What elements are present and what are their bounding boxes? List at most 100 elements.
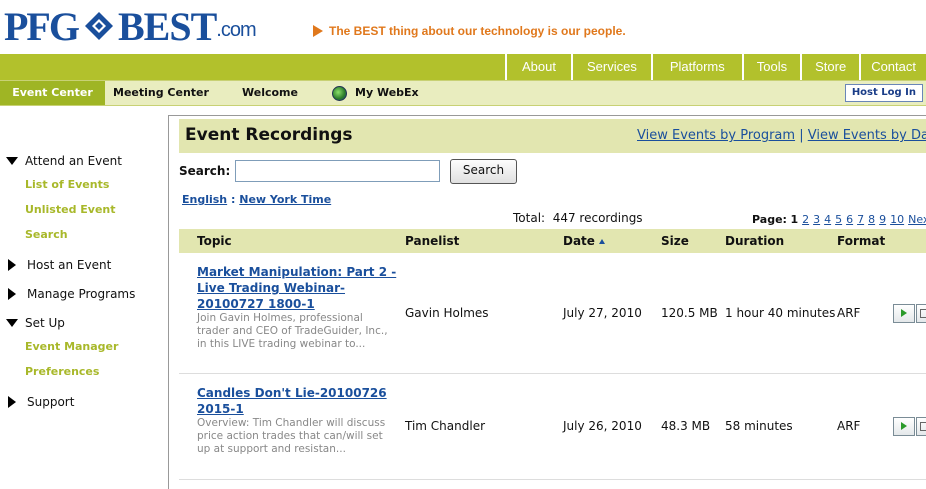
sidebar-set-up[interactable]: Set Up: [6, 316, 65, 330]
tab-welcome[interactable]: Welcome: [242, 81, 298, 105]
sidebar-list-of-events[interactable]: List of Events: [25, 178, 109, 191]
document-icon: [920, 422, 926, 431]
webex-tab-bar: Event Center Meeting Center Welcome My W…: [0, 80, 926, 106]
search-label: Search:: [179, 164, 231, 178]
duration-cell: 58 minutes: [725, 419, 793, 433]
play-recording-button[interactable]: [893, 417, 915, 436]
format-cell: ARF: [837, 306, 861, 320]
top-nav-bar: About Services Platforms Tools Store Con…: [0, 54, 926, 80]
sidebar-host-event[interactable]: Host an Event: [6, 258, 111, 272]
view-by-program-link[interactable]: View Events by Program: [637, 128, 795, 143]
col-panelist[interactable]: Panelist: [405, 234, 459, 248]
recording-description: Join Gavin Holmes, professional trader a…: [197, 312, 388, 350]
nav-contact[interactable]: Contact: [859, 54, 926, 80]
tab-event-center[interactable]: Event Center: [0, 81, 105, 105]
duration-cell: 1 hour 40 minutes: [725, 306, 836, 320]
panelist-cell: Gavin Holmes: [405, 306, 489, 320]
globe-icon: [332, 85, 347, 101]
sidebar-search[interactable]: Search: [25, 228, 68, 241]
tagline: The BEST thing about our technology is o…: [313, 24, 626, 38]
col-date-label: Date: [563, 234, 595, 248]
sidebar-preferences[interactable]: Preferences: [25, 365, 99, 378]
page-link[interactable]: 10: [890, 213, 904, 226]
size-cell: 120.5 MB: [661, 306, 718, 320]
expanded-triangle-icon: [6, 319, 18, 327]
size-cell: 48.3 MB: [661, 419, 711, 433]
sidebar-support[interactable]: Support: [6, 395, 74, 409]
document-icon: [920, 309, 926, 318]
date-cell: July 27, 2010: [563, 306, 642, 320]
page-link[interactable]: 6: [846, 213, 853, 226]
recording-title-link[interactable]: Candles Don't Lie-20100726 2015-1: [197, 385, 402, 417]
timezone-link[interactable]: New York Time: [239, 193, 331, 206]
page-link[interactable]: 2: [802, 213, 809, 226]
language-timezone: English : New York Time: [182, 193, 331, 206]
logo-com-text: .com: [216, 19, 256, 41]
page-link[interactable]: 9: [879, 213, 886, 226]
recording-action-button[interactable]: [916, 417, 926, 436]
nav-store[interactable]: Store: [800, 54, 859, 80]
page-next-link[interactable]: Next: [908, 213, 926, 226]
col-duration[interactable]: Duration: [725, 234, 784, 248]
pfg-best-logo[interactable]: PFG BEST .com: [4, 3, 257, 49]
logo-pfg-text: PFG: [4, 3, 80, 49]
language-link[interactable]: English: [182, 193, 227, 206]
host-login-button[interactable]: Host Log In: [844, 84, 923, 102]
sidebar-setup-label: Set Up: [25, 316, 65, 330]
page-title: Event Recordings: [185, 125, 353, 145]
nav-services[interactable]: Services: [570, 54, 651, 80]
play-icon: [901, 422, 907, 430]
collapsed-triangle-icon: [8, 259, 16, 271]
expanded-triangle-icon: [6, 157, 18, 165]
total-recordings: Total: 447 recordings: [513, 211, 643, 225]
page-link[interactable]: 8: [868, 213, 875, 226]
arrow-right-icon: [313, 25, 323, 37]
view-links: View Events by Program | View Events by …: [637, 128, 926, 143]
play-recording-button[interactable]: [893, 304, 915, 323]
collapsed-triangle-icon: [8, 288, 16, 300]
nav-about[interactable]: About: [505, 54, 571, 80]
col-topic[interactable]: Topic: [197, 234, 232, 248]
view-by-date-link[interactable]: View Events by Date: [808, 128, 926, 143]
top-nav-items: About Services Platforms Tools Store Con…: [505, 54, 926, 80]
view-links-separator: |: [799, 128, 804, 143]
sidebar-attend-event[interactable]: Attend an Event: [6, 154, 122, 168]
page-link[interactable]: 5: [835, 213, 842, 226]
tab-meeting-center[interactable]: Meeting Center: [113, 81, 209, 105]
sidebar-unlisted-event[interactable]: Unlisted Event: [25, 203, 116, 216]
collapsed-triangle-icon: [8, 396, 16, 408]
page-link[interactable]: 4: [824, 213, 831, 226]
table-header: [179, 229, 926, 253]
page-link[interactable]: 3: [813, 213, 820, 226]
date-cell: July 26, 2010: [563, 419, 642, 433]
tab-my-webex-label: My WebEx: [355, 86, 419, 99]
sidebar-manage-label: Manage Programs: [27, 287, 136, 301]
recording-action-button[interactable]: [916, 304, 926, 323]
sidebar-support-label: Support: [27, 395, 75, 409]
sidebar-manage-programs[interactable]: Manage Programs: [6, 287, 135, 301]
col-format[interactable]: Format: [837, 234, 885, 248]
recording-title-link[interactable]: Market Manipulation: Part 2 - Live Tradi…: [197, 264, 402, 312]
col-date[interactable]: Date: [563, 234, 605, 248]
page-label: Page:: [752, 213, 787, 226]
sidebar-event-manager[interactable]: Event Manager: [25, 340, 118, 353]
format-cell: ARF: [837, 419, 861, 433]
logo-best-text: BEST: [117, 3, 217, 49]
search-button[interactable]: Search: [450, 159, 517, 184]
panelist-cell: Tim Chandler: [405, 419, 486, 433]
tagline-text: The BEST thing about our technology is o…: [329, 24, 626, 38]
page-link[interactable]: 7: [857, 213, 864, 226]
nav-tools[interactable]: Tools: [741, 54, 800, 80]
current-page: 1: [790, 213, 799, 226]
col-size[interactable]: Size: [661, 234, 689, 248]
sidebar-host-label: Host an Event: [27, 258, 112, 272]
logo-diamond-icon: [84, 11, 114, 41]
pagination: Page: 123456789 10 Next: [752, 213, 926, 226]
search-input[interactable]: [235, 160, 440, 182]
sort-ascending-icon: [598, 239, 605, 244]
tab-my-webex[interactable]: My WebEx: [332, 81, 419, 105]
recording-description: Overview: Tim Chandler will discuss pric…: [197, 417, 386, 455]
sidebar-attend-label: Attend an Event: [25, 154, 122, 168]
nav-platforms[interactable]: Platforms: [650, 54, 742, 80]
lang-separator: :: [230, 193, 236, 206]
